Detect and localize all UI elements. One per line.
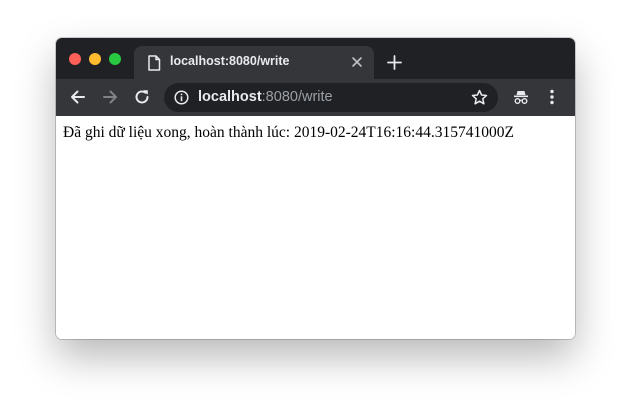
arrow-right-icon[interactable] [101,88,119,106]
window-close-button[interactable] [69,53,81,65]
page-body-text: Đã ghi dữ liệu xong, hoàn thành lúc: 201… [63,124,514,141]
arrow-left-icon[interactable] [69,88,87,106]
document-icon [148,55,161,71]
star-icon[interactable] [471,89,488,106]
url-path: :8080/write [261,89,333,105]
url-text[interactable]: localhost:8080/write [198,89,333,105]
kebab-menu-icon[interactable] [546,88,558,106]
tab-title: localhost:8080/write [170,54,290,68]
address-bar[interactable]: localhost:8080/write [164,83,498,112]
url-host: localhost [198,89,262,105]
tab-active[interactable]: localhost:8080/write [134,46,374,79]
tab-strip: localhost:8080/write [56,38,575,79]
close-icon[interactable] [351,56,363,68]
browser-window: localhost:8080/write localhost:8080/writ… [56,38,575,339]
plus-icon[interactable] [387,55,402,70]
window-minimize-button[interactable] [89,53,101,65]
window-maximize-button[interactable] [109,53,121,65]
info-icon[interactable] [174,90,189,105]
incognito-icon[interactable] [512,88,530,106]
reload-icon[interactable] [133,88,151,106]
toolbar: localhost:8080/write [56,79,575,116]
page-content: Đã ghi dữ liệu xong, hoàn thành lúc: 201… [56,116,575,339]
